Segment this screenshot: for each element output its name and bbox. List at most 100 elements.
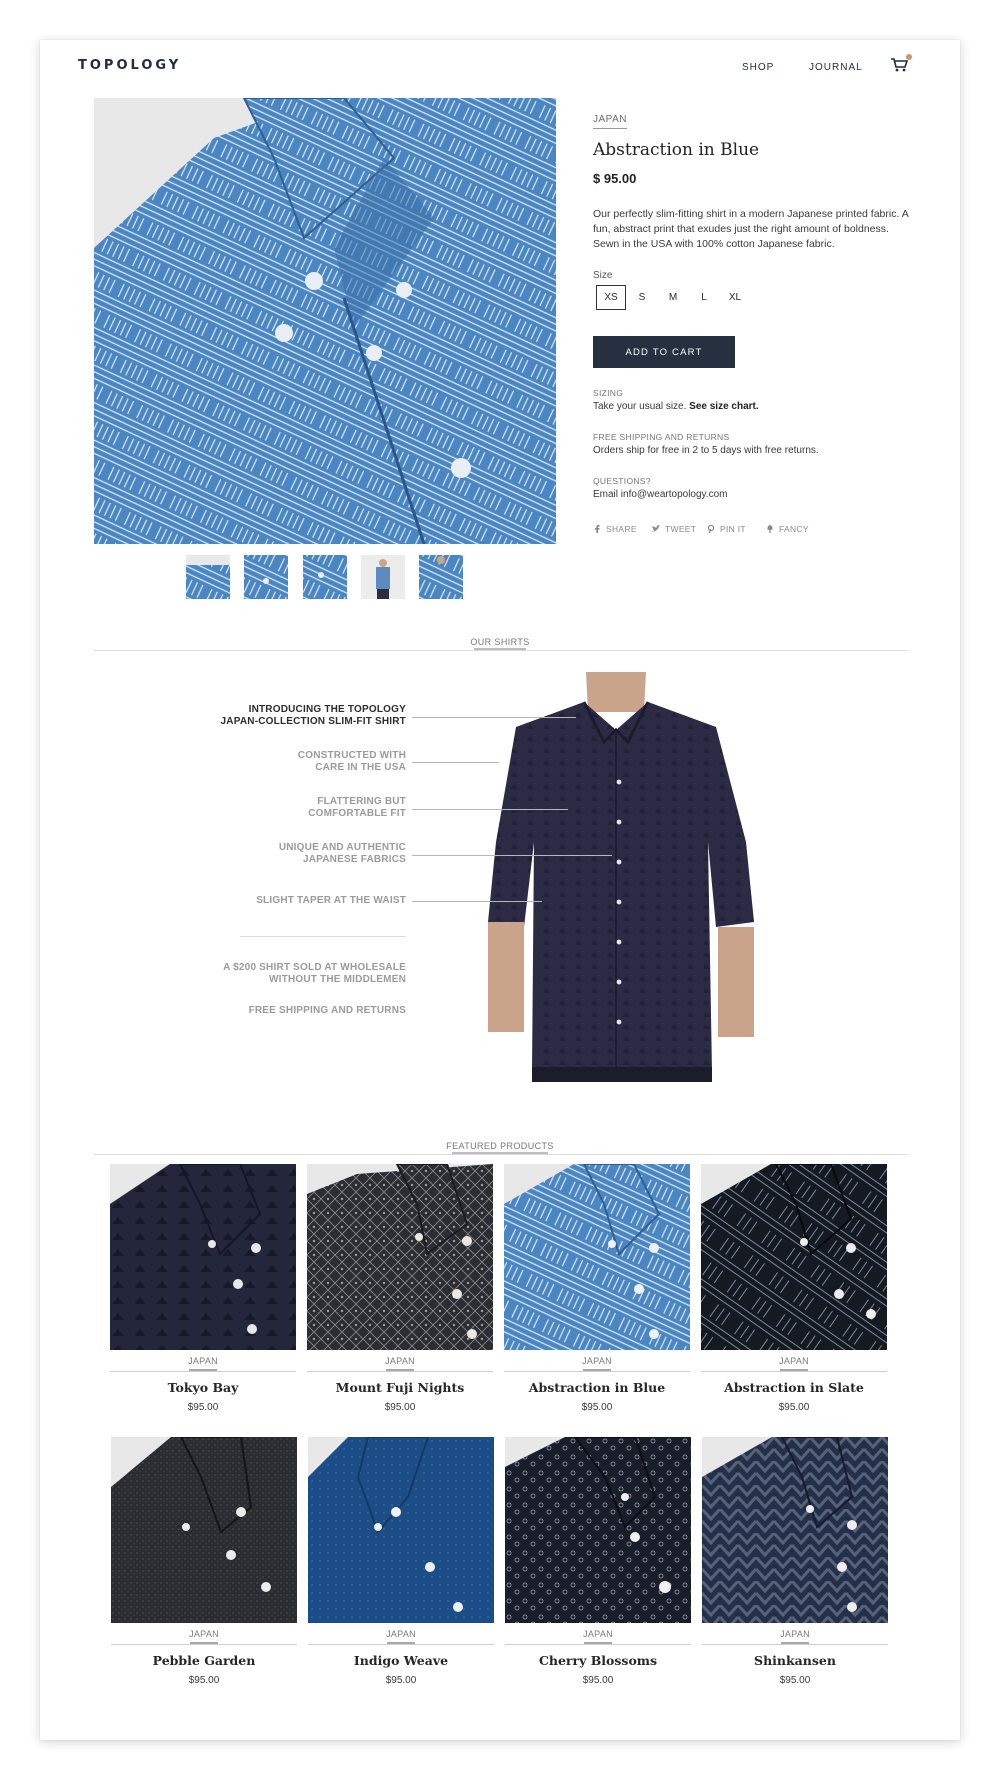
size-option-xs[interactable]: XS — [596, 285, 626, 310]
product-card[interactable]: JAPAN Indigo Weave $95.00 — [308, 1437, 494, 1686]
product-divider — [307, 1371, 493, 1372]
product-divider — [701, 1371, 887, 1372]
feature-intro-pointer — [412, 717, 576, 718]
product-image[interactable] — [702, 1437, 888, 1623]
shipping-heading: FREE SHIPPING AND RETURNS — [593, 432, 730, 442]
product-category[interactable]: JAPAN — [110, 1356, 296, 1366]
feature-usa-line2: CARE IN THE USA — [315, 762, 406, 773]
product-divider — [110, 1371, 296, 1372]
product-card[interactable]: JAPAN Cherry Blossoms $95.00 — [505, 1437, 691, 1686]
product-image[interactable] — [307, 1164, 493, 1350]
product-price: $95.00 — [581, 1402, 613, 1413]
product-price: $95.00 — [385, 1675, 417, 1686]
product-image[interactable] — [505, 1437, 691, 1623]
sizing-text-row: Take your usual size. See size chart. — [593, 401, 759, 412]
size-chart-link[interactable]: See size chart. — [689, 401, 758, 412]
product-category[interactable]: JAPAN — [504, 1356, 690, 1366]
product-name[interactable]: Abstraction in Blue — [504, 1380, 690, 1395]
feature-fit-line1: FLATTERING BUT — [317, 796, 406, 807]
product-card[interactable]: JAPAN Abstraction in Blue $95.00 — [504, 1164, 690, 1413]
product-card[interactable]: JAPAN Tokyo Bay $95.00 — [110, 1164, 296, 1413]
product-category[interactable]: JAPAN — [111, 1629, 297, 1639]
facebook-icon — [595, 525, 600, 533]
page-card: TOPOLOGY SHOP JOURNAL JAPAN Abstraction … — [40, 40, 960, 1740]
product-name[interactable]: Cherry Blossoms — [505, 1653, 691, 1668]
size-option-m[interactable]: M — [658, 285, 688, 310]
product-price: $95.00 — [778, 1402, 810, 1413]
feature-fabrics-pointer — [412, 855, 612, 856]
thumbnail-5[interactable] — [419, 555, 463, 599]
product-divider — [111, 1644, 297, 1645]
feature-fit-pointer — [412, 809, 568, 810]
share-facebook[interactable]: SHARE — [593, 524, 637, 534]
feature-intro: INTRODUCING THE TOPOLOGY JAPAN-COLLECTIO… — [186, 704, 406, 728]
extra-shipping-line1: FREE SHIPPING AND RETURNS — [248, 1005, 406, 1016]
pin-it-label: PIN IT — [720, 524, 746, 534]
site-logo[interactable]: TOPOLOGY — [78, 58, 181, 73]
product-divider — [308, 1644, 494, 1645]
share-fancy[interactable]: FANCY — [766, 524, 809, 534]
product-divider — [702, 1644, 888, 1645]
product-name[interactable]: Mount Fuji Nights — [307, 1380, 493, 1395]
size-label: Size — [593, 270, 613, 281]
fancy-label: FANCY — [779, 524, 809, 534]
product-name[interactable]: Shinkansen — [702, 1653, 888, 1668]
feature-fit-line2: COMFORTABLE FIT — [308, 808, 406, 819]
product-category[interactable]: JAPAN — [505, 1629, 691, 1639]
twitter-icon — [652, 525, 660, 532]
product-name[interactable]: Abstraction in Slate — [701, 1380, 887, 1395]
feature-usa-pointer — [412, 762, 499, 763]
product-name[interactable]: Indigo Weave — [308, 1653, 494, 1668]
share-pinterest[interactable]: PIN IT — [707, 524, 746, 534]
feature-intro-line1: INTRODUCING THE TOPOLOGY — [248, 704, 406, 715]
nav-shop[interactable]: SHOP — [742, 62, 774, 73]
features-divider — [240, 936, 406, 937]
our-shirts-title: OUR SHIRTS — [470, 637, 530, 647]
product-name[interactable]: Tokyo Bay — [110, 1380, 296, 1395]
size-option-xl[interactable]: XL — [720, 285, 750, 310]
feature-usa-line1: CONSTRUCTED WITH — [297, 750, 406, 761]
thumbnail-1[interactable] — [186, 555, 230, 599]
product-title: Abstraction in Blue — [593, 140, 760, 160]
product-card[interactable]: JAPAN Abstraction in Slate $95.00 — [701, 1164, 887, 1413]
thumbnail-4[interactable] — [361, 555, 405, 599]
product-image[interactable] — [111, 1437, 297, 1623]
extra-wholesale-line2: WITHOUT THE MIDDLEMEN — [269, 974, 406, 985]
product-main-image — [94, 98, 556, 544]
product-category[interactable]: JAPAN — [307, 1356, 493, 1366]
share-label: SHARE — [606, 524, 637, 534]
add-to-cart-button[interactable]: ADD TO CART — [593, 336, 735, 368]
product-divider — [505, 1644, 691, 1645]
feature-fabrics: UNIQUE AND AUTHENTIC JAPANESE FABRICS — [186, 842, 406, 866]
extra-shipping: FREE SHIPPING AND RETURNS — [186, 1005, 406, 1017]
product-image[interactable] — [701, 1164, 887, 1350]
product-price: $95.00 — [188, 1675, 220, 1686]
product-card[interactable]: JAPAN Shinkansen $95.00 — [702, 1437, 888, 1686]
product-price: $ 95.00 — [593, 171, 637, 186]
product-name[interactable]: Pebble Garden — [111, 1653, 297, 1668]
feature-fit: FLATTERING BUT COMFORTABLE FIT — [186, 796, 406, 820]
share-twitter[interactable]: TWEET — [652, 524, 696, 534]
product-card[interactable]: JAPAN Mount Fuji Nights $95.00 — [307, 1164, 493, 1413]
size-option-s[interactable]: S — [627, 285, 657, 310]
product-category[interactable]: JAPAN — [308, 1629, 494, 1639]
sizing-text: Take your usual size. — [593, 401, 687, 412]
questions-text[interactable]: Email info@weartopology.com — [593, 489, 727, 500]
product-image[interactable] — [504, 1164, 690, 1350]
product-category[interactable]: JAPAN — [701, 1356, 887, 1366]
model-shirt-image — [476, 672, 768, 1082]
size-option-l[interactable]: L — [689, 285, 719, 310]
feature-fabrics-line2: JAPANESE FABRICS — [302, 854, 406, 865]
product-category[interactable]: JAPAN — [702, 1629, 888, 1639]
product-image[interactable] — [308, 1437, 494, 1623]
product-image[interactable] — [110, 1164, 296, 1350]
collection-link[interactable]: JAPAN — [593, 114, 627, 129]
cart-button[interactable] — [890, 54, 912, 73]
nav-journal[interactable]: JOURNAL — [809, 62, 863, 73]
feature-intro-line2: JAPAN-COLLECTION SLIM-FIT SHIRT — [220, 716, 406, 727]
featured-title: FEATURED PRODUCTS — [446, 1141, 554, 1151]
thumbnail-3[interactable] — [303, 555, 347, 599]
fancy-icon — [767, 525, 773, 533]
thumbnail-2[interactable] — [244, 555, 288, 599]
product-card[interactable]: JAPAN Pebble Garden $95.00 — [111, 1437, 297, 1686]
